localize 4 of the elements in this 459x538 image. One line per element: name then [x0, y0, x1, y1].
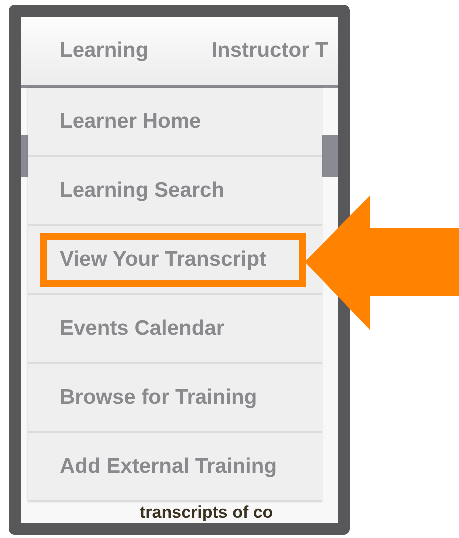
menu-item[interactable]: View Your Transcript	[40, 232, 306, 286]
nav-tab[interactable]: Learning	[60, 39, 149, 63]
nav-tab[interactable]: Instructor T	[212, 39, 328, 63]
page-text: transcripts of co	[140, 503, 274, 522]
